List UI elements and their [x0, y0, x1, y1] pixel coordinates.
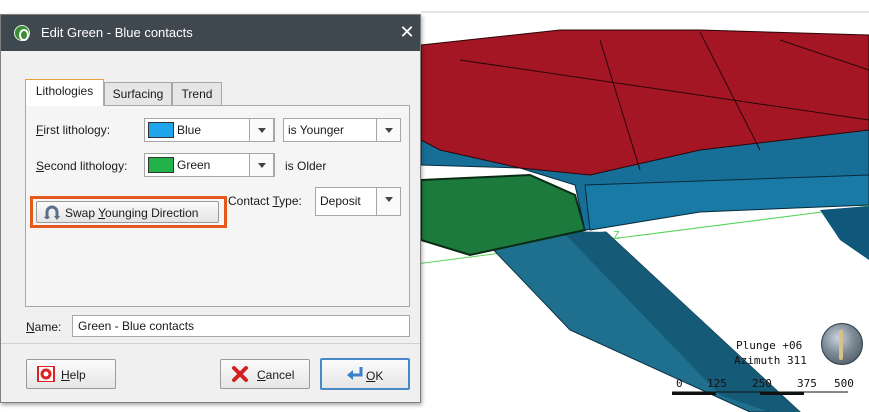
swap-younging-direction-button[interactable]: Swap Younging Direction — [36, 201, 219, 223]
cancel-button[interactable]: Cancel — [220, 359, 310, 389]
red-x-icon — [232, 366, 248, 382]
second-lithology-label: Second lithology: — [36, 159, 128, 173]
orientation-globe-icon[interactable] — [821, 323, 863, 365]
first-lithology-label: First lithology: — [36, 123, 111, 137]
dialog-titlebar[interactable]: Edit Green - Blue contacts ✕ — [1, 15, 420, 51]
leapfrog-app-icon — [14, 25, 30, 41]
ok-button[interactable]: OK — [320, 358, 410, 390]
green-swatch — [148, 157, 174, 173]
lifebuoy-icon — [37, 366, 55, 382]
first-lithology-dropdown[interactable] — [249, 118, 275, 142]
first-lithology-select[interactable]: Blue — [144, 118, 250, 142]
name-label: Name: — [26, 320, 62, 334]
contact-type-label: Contact Type: — [228, 194, 302, 208]
second-lithology-value: Green — [177, 158, 211, 172]
chevron-down-icon — [249, 153, 274, 177]
scale-label: 500 — [834, 377, 854, 390]
edit-contacts-dialog: Edit Green - Blue contacts ✕ Lithologies… — [0, 14, 421, 403]
z-axis-label: Z — [613, 229, 620, 242]
second-lithology-dropdown[interactable] — [249, 153, 275, 177]
relation-value: is Younger — [288, 123, 345, 137]
name-field-container — [72, 315, 410, 337]
contact-type-select[interactable]: Deposit — [315, 187, 401, 216]
second-relation-text: is Older — [285, 159, 327, 173]
name-field[interactable] — [73, 316, 403, 336]
enter-arrow-icon — [347, 367, 363, 380]
footer-divider — [1, 343, 420, 344]
scale-label: 250 — [752, 377, 772, 390]
chevron-down-icon — [249, 118, 274, 142]
scale-label: 375 — [797, 377, 817, 390]
plunge-readout: Plunge +06 — [736, 339, 803, 352]
blue-swatch — [148, 122, 174, 138]
azimuth-readout: Azimuth 311 — [734, 354, 807, 367]
contact-type-value: Deposit — [320, 194, 361, 208]
help-button[interactable]: Help — [26, 359, 116, 389]
scale-label: 125 — [707, 377, 727, 390]
swap-arrows-icon — [44, 205, 60, 220]
chevron-down-icon — [376, 118, 401, 142]
first-lithology-value: Blue — [177, 123, 202, 137]
first-lithology-relation-select[interactable]: is Younger — [283, 118, 401, 142]
close-icon[interactable]: ✕ — [396, 20, 418, 44]
tab-surfacing[interactable]: Surfacing — [104, 82, 172, 106]
tab-trend[interactable]: Trend — [172, 82, 222, 106]
tab-lithologies[interactable]: Lithologies — [25, 79, 104, 106]
dialog-title: Edit Green - Blue contacts — [41, 25, 193, 40]
second-lithology-select[interactable]: Green — [144, 153, 250, 177]
scale-label: 0 — [676, 377, 683, 390]
chevron-down-icon — [376, 187, 401, 216]
